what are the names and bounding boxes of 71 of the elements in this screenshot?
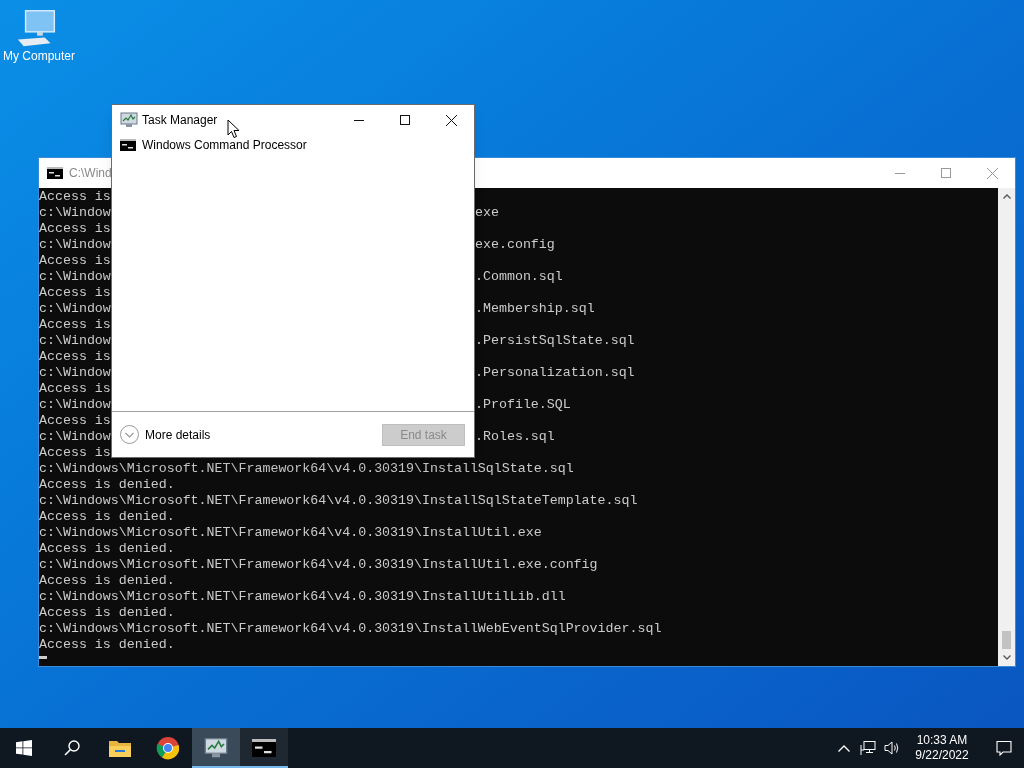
console-line: Access is denied. xyxy=(39,541,175,556)
console-line: Access is xyxy=(39,349,111,364)
console-line: .PersistSqlState.sql xyxy=(475,333,635,349)
speaker-icon xyxy=(884,740,900,756)
window-title: Task Manager xyxy=(142,112,218,129)
mouse-pointer-icon xyxy=(227,119,240,139)
console-line: Access is xyxy=(39,317,111,332)
close-icon xyxy=(445,114,457,126)
console-line: c:\Windows\Microsoft.NET\Framework64\v4.0.30319\InstallSqlState.sql xyxy=(39,461,574,476)
speech-bubble-icon xyxy=(996,740,1012,756)
monitor-chart-icon xyxy=(120,112,138,128)
maximize-icon xyxy=(400,115,410,125)
console-line: exe.config xyxy=(475,237,555,253)
scroll-up-icon[interactable] xyxy=(1002,194,1011,199)
console-line: c:\Window xyxy=(39,365,111,380)
scrollbar[interactable] xyxy=(998,188,1015,666)
console-line: c:\Window xyxy=(39,397,111,412)
console-line: c:\Windows\Microsoft.NET\Framework64\v4.0.30319\InstallUtil.exe xyxy=(39,525,542,540)
app-list-item[interactable]: Windows Command Processor xyxy=(112,135,474,155)
console-line: c:\Window xyxy=(39,429,111,444)
monitor-chart-icon xyxy=(204,736,228,760)
console-icon xyxy=(252,738,276,758)
console-line: Access is xyxy=(39,285,111,300)
taskbar-app-button[interactable] xyxy=(240,728,288,768)
desktop-icon-label[interactable]: My Computer xyxy=(3,48,75,64)
console-line: Access is denied. xyxy=(39,637,175,652)
search-icon xyxy=(64,740,80,756)
chevron-down-circle-icon xyxy=(120,425,139,444)
chevron-up-icon xyxy=(838,744,850,752)
console-line: Access is denied. xyxy=(39,573,175,588)
windows-logo-icon xyxy=(16,740,32,756)
maximize-icon xyxy=(941,168,951,178)
console-line: c:\Window xyxy=(39,237,111,252)
console-line: c:\Window xyxy=(39,269,111,284)
close-icon xyxy=(986,167,998,179)
console-line: .Roles.sql xyxy=(475,429,555,445)
browser-icon xyxy=(156,736,180,760)
console-icon xyxy=(120,139,136,151)
console-line: Access is xyxy=(39,381,111,396)
console-line: Access is xyxy=(39,221,111,236)
console-line: c:\Window xyxy=(39,205,111,220)
console-line: .Common.sql xyxy=(475,269,563,285)
more-details-button[interactable]: More details xyxy=(120,425,211,444)
network-icon xyxy=(860,740,876,756)
console-line: Access is denied. xyxy=(39,605,175,620)
console-line: c:\Window xyxy=(39,301,111,316)
minimize-icon xyxy=(354,119,364,121)
console-line: c:\Windows\Microsoft.NET\Framework64\v4.0.30319\InstallUtilLib.dll xyxy=(39,589,566,604)
console-icon xyxy=(47,167,63,179)
console-line: exe xyxy=(475,205,499,221)
console-line: Access is denied. xyxy=(39,509,175,524)
console-line: .Personalization.sql xyxy=(475,365,635,381)
console-line: .Membership.sql xyxy=(475,301,595,317)
taskbar-app-button[interactable] xyxy=(192,728,240,768)
console-line: c:\Windows\Microsoft.NET\Framework64\v4.0.30319\InstallWebEventSqlProvider.sql xyxy=(39,621,662,636)
console-line: Access is denied. xyxy=(39,477,175,492)
console-line: .Profile.SQL xyxy=(475,397,571,413)
console-line: c:\Windows\Microsoft.NET\Framework64\v4.0.30319\InstallSqlStateTemplate.sql xyxy=(39,493,638,508)
clock-button[interactable]: 10:33 AM 9/22/2022 xyxy=(904,728,980,768)
console-line: Access is xyxy=(39,445,111,460)
scroll-thumb[interactable] xyxy=(1002,631,1011,649)
console-line: Access is xyxy=(39,253,111,268)
console-line: Access is xyxy=(39,413,111,428)
minimize-icon xyxy=(895,172,905,174)
console-line: Access is xyxy=(39,189,111,204)
folder-icon xyxy=(108,738,132,758)
text-cursor xyxy=(39,656,47,659)
console-line: c:\Window xyxy=(39,333,111,348)
console-line: c:\Windows\Microsoft.NET\Framework64\v4.0.30319\InstallUtil.exe.config xyxy=(39,557,598,572)
scroll-down-icon[interactable] xyxy=(1002,655,1011,660)
window-title: C:\Wind xyxy=(69,165,112,182)
